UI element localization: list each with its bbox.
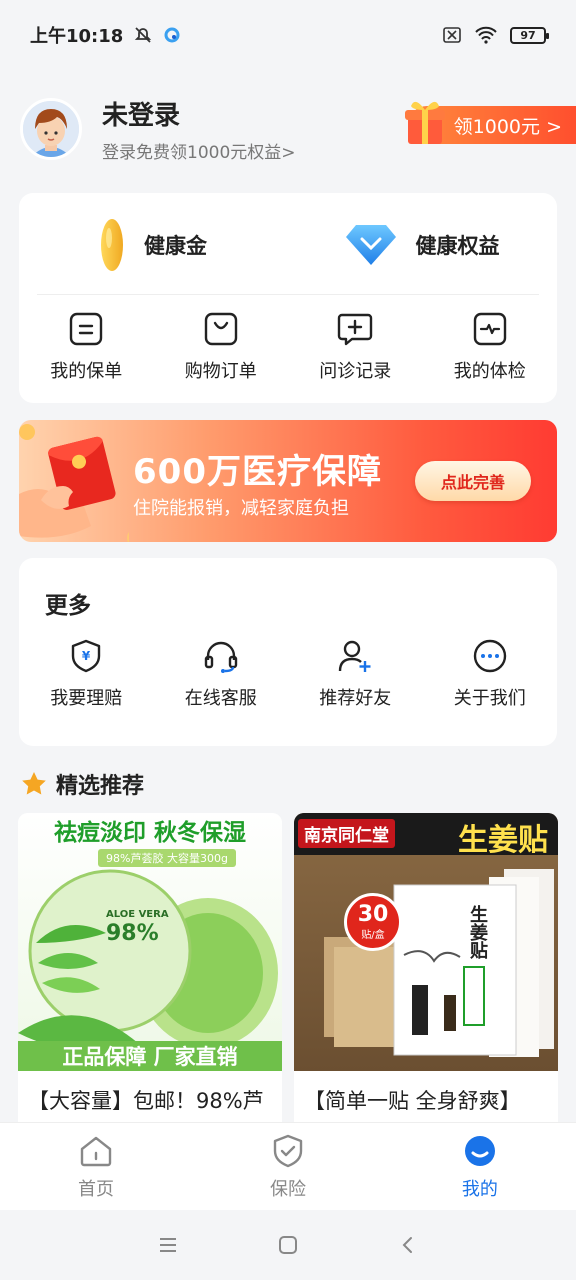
profile-header[interactable]: 未登录 登录免费领1000元权益> 领1000元 >	[20, 95, 576, 163]
more-card: 更多 ¥ 我要理赔 在线客服 推荐好友 关于我们	[19, 558, 557, 746]
product-bottom-text: 正品保障 厂家直销	[18, 1041, 282, 1071]
service-consultation[interactable]: 问诊记录	[288, 311, 423, 383]
ginger-patch-image	[324, 869, 554, 1057]
back-icon[interactable]	[398, 1235, 418, 1255]
no-sim-icon	[443, 27, 461, 43]
insurance-shield-icon	[273, 1134, 303, 1167]
star-icon	[22, 772, 46, 795]
service-label: 我的体检	[453, 361, 526, 382]
tab-home[interactable]: 首页	[0, 1123, 192, 1210]
profile-icon	[464, 1135, 495, 1166]
more-label: 推荐好友	[319, 688, 392, 709]
wifi-icon	[475, 26, 497, 44]
complete-info-button[interactable]: 点此完善	[415, 461, 531, 501]
divider	[37, 294, 539, 295]
box-label: 生姜贴	[467, 905, 488, 959]
tab-label: 我的	[461, 1178, 498, 1200]
consultation-icon	[338, 313, 373, 346]
tab-mine[interactable]: 我的	[384, 1123, 576, 1210]
gold-coin-icon	[101, 219, 123, 271]
tab-insurance[interactable]: 保险	[192, 1123, 384, 1210]
product-brand: 南京同仁堂	[298, 819, 395, 848]
claim-shield-icon: ¥	[72, 639, 101, 673]
product-brand: ALOE VERA	[106, 909, 169, 920]
checkup-icon	[473, 312, 506, 346]
more-title: 更多	[45, 593, 91, 619]
more-dots-icon	[473, 639, 506, 673]
more-label: 我要理赔	[50, 688, 123, 709]
more-label: 在线客服	[184, 688, 257, 709]
service-label: 问诊记录	[319, 361, 392, 382]
banner-subtitle: 住院能报销，减轻家庭负担	[133, 498, 349, 519]
login-prompt[interactable]: 登录免费领1000元权益>	[102, 138, 296, 163]
more-service[interactable]: 在线客服	[154, 638, 289, 710]
health-card: 健康金 健康权益 我的保单 购物订单 问诊记录 我的体检	[19, 193, 557, 403]
service-checkup[interactable]: 我的体检	[423, 311, 558, 383]
home-square-icon[interactable]	[278, 1235, 298, 1255]
reward-button[interactable]: 领1000元 >	[404, 101, 576, 144]
system-nav-bar	[0, 1210, 576, 1280]
aloe-jar-image	[18, 869, 278, 1051]
service-label: 购物订单	[184, 361, 257, 382]
svg-text:¥: ¥	[82, 649, 91, 663]
medical-insurance-banner[interactable]: 600万医疗保障 住院能报销，减轻家庭负担 点此完善	[19, 420, 557, 542]
battery-icon: 97	[510, 26, 549, 44]
health-gold-label: 健康金	[144, 234, 207, 258]
banner-title: 600万医疗保障	[133, 452, 382, 492]
add-friend-icon	[339, 640, 371, 672]
policy-icon	[70, 312, 103, 346]
bottom-tab-bar: 首页 保险 我的	[0, 1122, 576, 1210]
login-status[interactable]: 未登录	[102, 95, 296, 132]
product-title[interactable]: 【简单一贴 全身舒爽】	[294, 1071, 558, 1115]
reward-label: 领1000元 >	[453, 115, 562, 138]
diamond-icon	[345, 225, 396, 265]
mute-bell-icon	[135, 27, 152, 43]
product-image-ginger[interactable]: 南京同仁堂 生姜贴 30 贴/盒 生姜贴	[294, 813, 558, 1071]
product-percent: 98%	[106, 921, 159, 946]
product-card[interactable]: 祛痘淡印 秋冬保湿 98%芦荟胶 大容量300g ALOE VERA 98% 正…	[18, 813, 282, 1133]
product-banner-text: 祛痘淡印 秋冬保湿	[53, 820, 246, 846]
tab-label: 保险	[269, 1178, 306, 1200]
battery-level: 97	[520, 28, 536, 42]
health-gold-button[interactable]: 健康金	[19, 215, 288, 275]
service-policy[interactable]: 我的保单	[19, 311, 154, 383]
home-icon	[80, 1136, 112, 1166]
more-label: 关于我们	[453, 688, 526, 709]
status-bar: 上午10:18 97	[0, 0, 576, 70]
service-shopping[interactable]: 购物订单	[154, 311, 289, 383]
status-time: 上午10:18	[30, 26, 124, 47]
tab-label: 首页	[77, 1178, 114, 1200]
red-envelope-hand-icon	[19, 424, 129, 542]
product-title[interactable]: 【大容量】包邮！98%芦	[18, 1071, 282, 1115]
product-headline: 生姜贴	[458, 823, 548, 858]
health-benefit-button[interactable]: 健康权益	[288, 215, 557, 275]
count-number: 30	[357, 901, 389, 927]
more-invite[interactable]: 推荐好友	[288, 638, 423, 710]
headset-icon	[204, 641, 237, 673]
menu-icon[interactable]	[158, 1235, 178, 1255]
more-about[interactable]: 关于我们	[423, 638, 558, 710]
count-unit: 贴/盒	[361, 929, 385, 941]
avatar[interactable]	[20, 98, 82, 160]
count-badge: 30 贴/盒	[344, 893, 402, 951]
service-label: 我的保单	[50, 361, 123, 382]
shopping-bag-icon	[204, 312, 237, 346]
product-card[interactable]: 南京同仁堂 生姜贴 30 贴/盒 生姜贴 【简单一贴 全身舒爽】	[294, 813, 558, 1133]
app-notification-icon	[164, 27, 180, 43]
health-benefit-label: 健康权益	[415, 234, 500, 258]
product-image-aloe[interactable]: 祛痘淡印 秋冬保湿 98%芦荟胶 大容量300g ALOE VERA 98% 正…	[18, 813, 282, 1071]
more-claim[interactable]: ¥ 我要理赔	[19, 638, 154, 710]
recommend-title: 精选推荐	[56, 774, 145, 799]
gift-icon	[404, 101, 445, 144]
recommend-section-title: 精选推荐	[20, 768, 144, 800]
